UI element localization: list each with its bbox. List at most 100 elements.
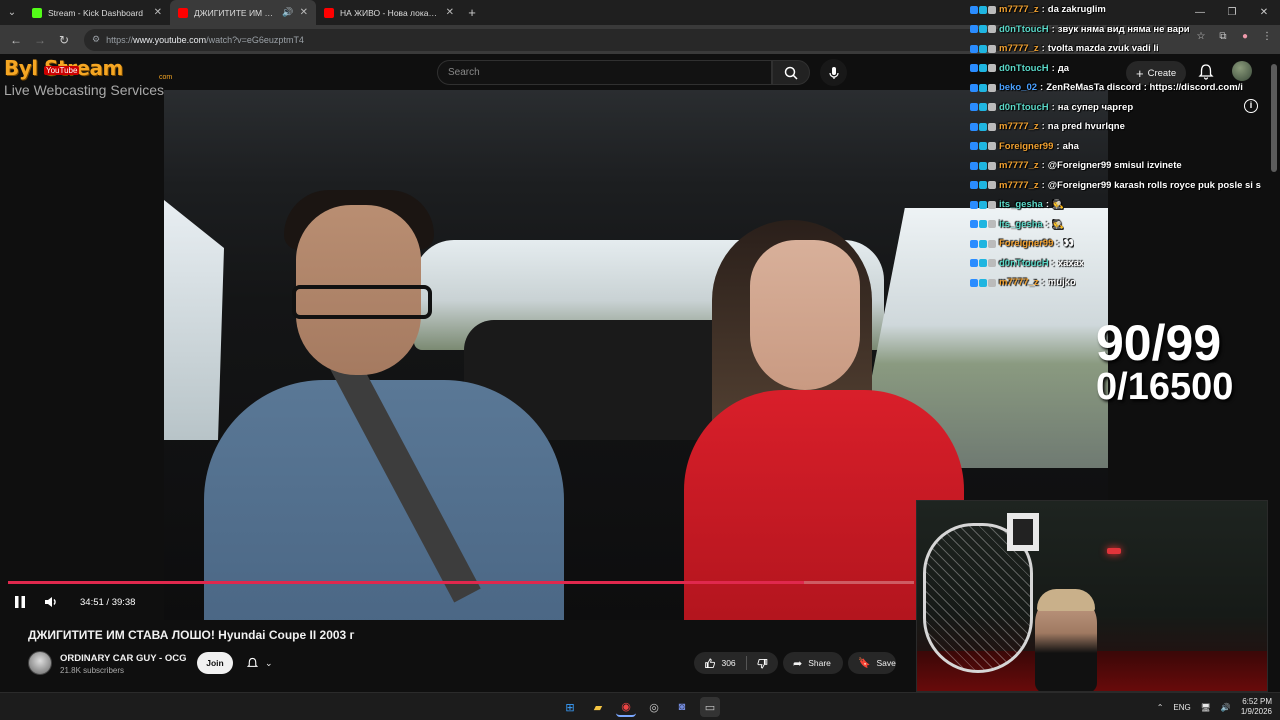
logo-tagline: Live Webcasting Services <box>4 82 165 98</box>
tab-youtube-video[interactable]: ДЖИГИТИТЕ ИМ СТАВА ЛОШ 🔊 ✕ <box>170 0 316 25</box>
tab-title: ДЖИГИТИТЕ ИМ СТАВА ЛОШ <box>194 7 276 18</box>
tab-kick-dashboard[interactable]: Stream - Kick Dashboard ✕ <box>24 0 170 25</box>
logo-youtube: YouTube <box>44 66 80 75</box>
close-tab-icon[interactable]: ✕ <box>446 7 454 18</box>
chat-username[interactable]: beko_02 <box>999 82 1037 93</box>
reload-icon[interactable]: ↻ <box>54 30 74 50</box>
youtube-favicon-icon <box>324 7 334 18</box>
chat-message: m7777_z: mujko <box>970 273 1280 293</box>
forward-icon[interactable]: → <box>30 30 50 50</box>
stream-goal-counter: 90/99 0/16500 <box>1096 318 1280 406</box>
windows-taskbar: ⊞ ▰ ◉ ◎ ◙ ▭ ⌃ ENG 🖥 🔊 6:52 PM 1/9/2026 <box>0 692 1280 720</box>
chat-badge-icon <box>979 278 987 287</box>
tray-overflow-icon[interactable]: ⌃ <box>1157 703 1164 712</box>
chat-badge-icon <box>970 25 978 34</box>
pause-icon[interactable] <box>12 594 28 610</box>
chat-username[interactable]: its_gesha <box>999 219 1043 230</box>
chat-badge-icon <box>970 259 978 268</box>
volume-icon[interactable] <box>43 594 59 610</box>
chat-text: 🕵️ <box>1052 218 1064 230</box>
language-indicator[interactable]: ENG <box>1173 703 1190 712</box>
discord-icon[interactable]: ◙ <box>672 697 692 717</box>
chat-badge-icon <box>988 103 996 112</box>
chat-username[interactable]: m7777_z <box>999 180 1039 191</box>
new-tab-button[interactable]: + <box>462 5 482 20</box>
chat-badges <box>970 161 996 170</box>
thumbs-down-icon[interactable] <box>757 657 768 670</box>
back-icon[interactable]: ← <box>6 30 26 50</box>
channel-name[interactable]: ORDINARY CAR GUY - OCG <box>60 653 187 664</box>
save-button[interactable]: 🔖 Save <box>848 652 896 674</box>
terminal-icon[interactable]: ▭ <box>700 697 720 717</box>
tab-youtube-live[interactable]: НА ЖИВО - Нова локация в Г ✕ <box>316 0 462 25</box>
network-icon[interactable]: 🖥 <box>1201 703 1211 712</box>
join-button[interactable]: Join <box>197 652 233 674</box>
chat-message: m7777_z: @Foreigner99 karash rolls royce … <box>970 176 1280 196</box>
chat-message: d0nTtoucH: на супер чаргер <box>970 98 1280 118</box>
chat-username[interactable]: m7777_z <box>999 121 1039 132</box>
voice-search-button[interactable] <box>820 59 847 86</box>
chat-badge-icon <box>988 200 996 209</box>
thumbs-up-icon[interactable] <box>704 657 715 670</box>
clock-time: 6:52 PM <box>1242 697 1272 707</box>
url-scheme: https:// <box>106 34 134 45</box>
chat-username[interactable]: d0nTtoucH <box>999 63 1049 74</box>
search-input[interactable]: Search <box>437 60 772 85</box>
close-tab-icon[interactable]: ✕ <box>154 7 162 18</box>
chat-text: tvolta mazda zvuk vadi li <box>1047 43 1159 55</box>
subscription-bell-button[interactable]: ⌄ <box>240 652 282 674</box>
chat-badge-icon <box>979 83 987 92</box>
chrome-icon[interactable]: ◉ <box>616 697 636 717</box>
close-tab-icon[interactable]: ✕ <box>300 7 308 18</box>
chat-message: beko_02: ZenReMasTa discord : https://dis… <box>970 78 1280 98</box>
clock[interactable]: 6:52 PM 1/9/2026 <box>1241 697 1272 716</box>
chat-badges <box>970 5 996 14</box>
search-button[interactable] <box>772 60 810 85</box>
chat-username[interactable]: Foreigner99 <box>999 141 1053 152</box>
speaker-icon[interactable]: 🔊 <box>282 7 293 18</box>
file-explorer-icon[interactable]: ▰ <box>588 697 608 717</box>
logo-com: com <box>159 74 173 81</box>
microphone-icon <box>828 66 839 79</box>
chat-badge-icon <box>979 259 987 268</box>
webcam-streamer-cap <box>1037 589 1095 611</box>
chat-username[interactable]: its_gesha <box>999 199 1043 210</box>
save-icon: 🔖 <box>858 657 871 669</box>
chat-badge-icon <box>970 83 978 92</box>
chat-text: да <box>1057 62 1070 74</box>
chat-text: @Foreigner99 smisul izvinete <box>1047 160 1182 172</box>
like-dislike-group: 306 <box>694 652 778 674</box>
url-host: www.youtube.com <box>133 34 207 45</box>
chat-username[interactable]: d0nTtoucH <box>999 102 1049 113</box>
chat-badge-icon <box>979 122 987 131</box>
chat-message: d0nTtoucH: звук няма вид няма не вари <box>970 20 1280 40</box>
chat-badge-icon <box>988 25 996 34</box>
chat-badge-icon <box>988 122 996 131</box>
chat-message: m7777_z: tvolta mazda zvuk vadi li <box>970 39 1280 59</box>
chat-username[interactable]: m7777_z <box>999 43 1039 54</box>
taskbar-apps: ⊞ ▰ ◉ ◎ ◙ ▭ <box>560 697 720 717</box>
chat-username[interactable]: m7777_z <box>999 160 1039 171</box>
chat-username[interactable]: m7777_z <box>999 277 1039 288</box>
channel-avatar[interactable] <box>28 651 52 675</box>
chat-username[interactable]: Foreigner99 <box>999 238 1053 249</box>
volume-tray-icon[interactable]: 🔊 <box>1221 703 1231 712</box>
chat-badge-icon <box>979 103 987 112</box>
chat-message: d0nTtoucH: хахах <box>970 254 1280 274</box>
chat-badge-icon <box>979 220 987 229</box>
site-info-icon[interactable]: ⚙ <box>92 34 100 45</box>
chat-username[interactable]: d0nTtoucH <box>999 258 1049 269</box>
like-count[interactable]: 306 <box>721 658 735 668</box>
chat-username[interactable]: d0nTtoucH <box>999 24 1049 35</box>
video-progress-bar[interactable] <box>8 581 914 584</box>
windows-start-icon[interactable]: ⊞ <box>560 697 580 717</box>
address-bar[interactable]: ⚙ https://www.youtube.com/watch?v=eG6euz… <box>84 28 1119 51</box>
share-button[interactable]: ➦ Share <box>783 652 843 674</box>
tab-search-button[interactable]: ⌄ <box>0 0 24 25</box>
chat-badges <box>970 25 996 34</box>
chat-username[interactable]: m7777_z <box>999 4 1039 15</box>
app-icon[interactable]: ◎ <box>644 697 664 717</box>
chat-text: aha <box>1062 140 1079 152</box>
chat-overlay: m7777_z: da zakruglim d0nTtoucH: звук няма … <box>970 0 1280 293</box>
chat-badge-icon <box>970 5 978 14</box>
